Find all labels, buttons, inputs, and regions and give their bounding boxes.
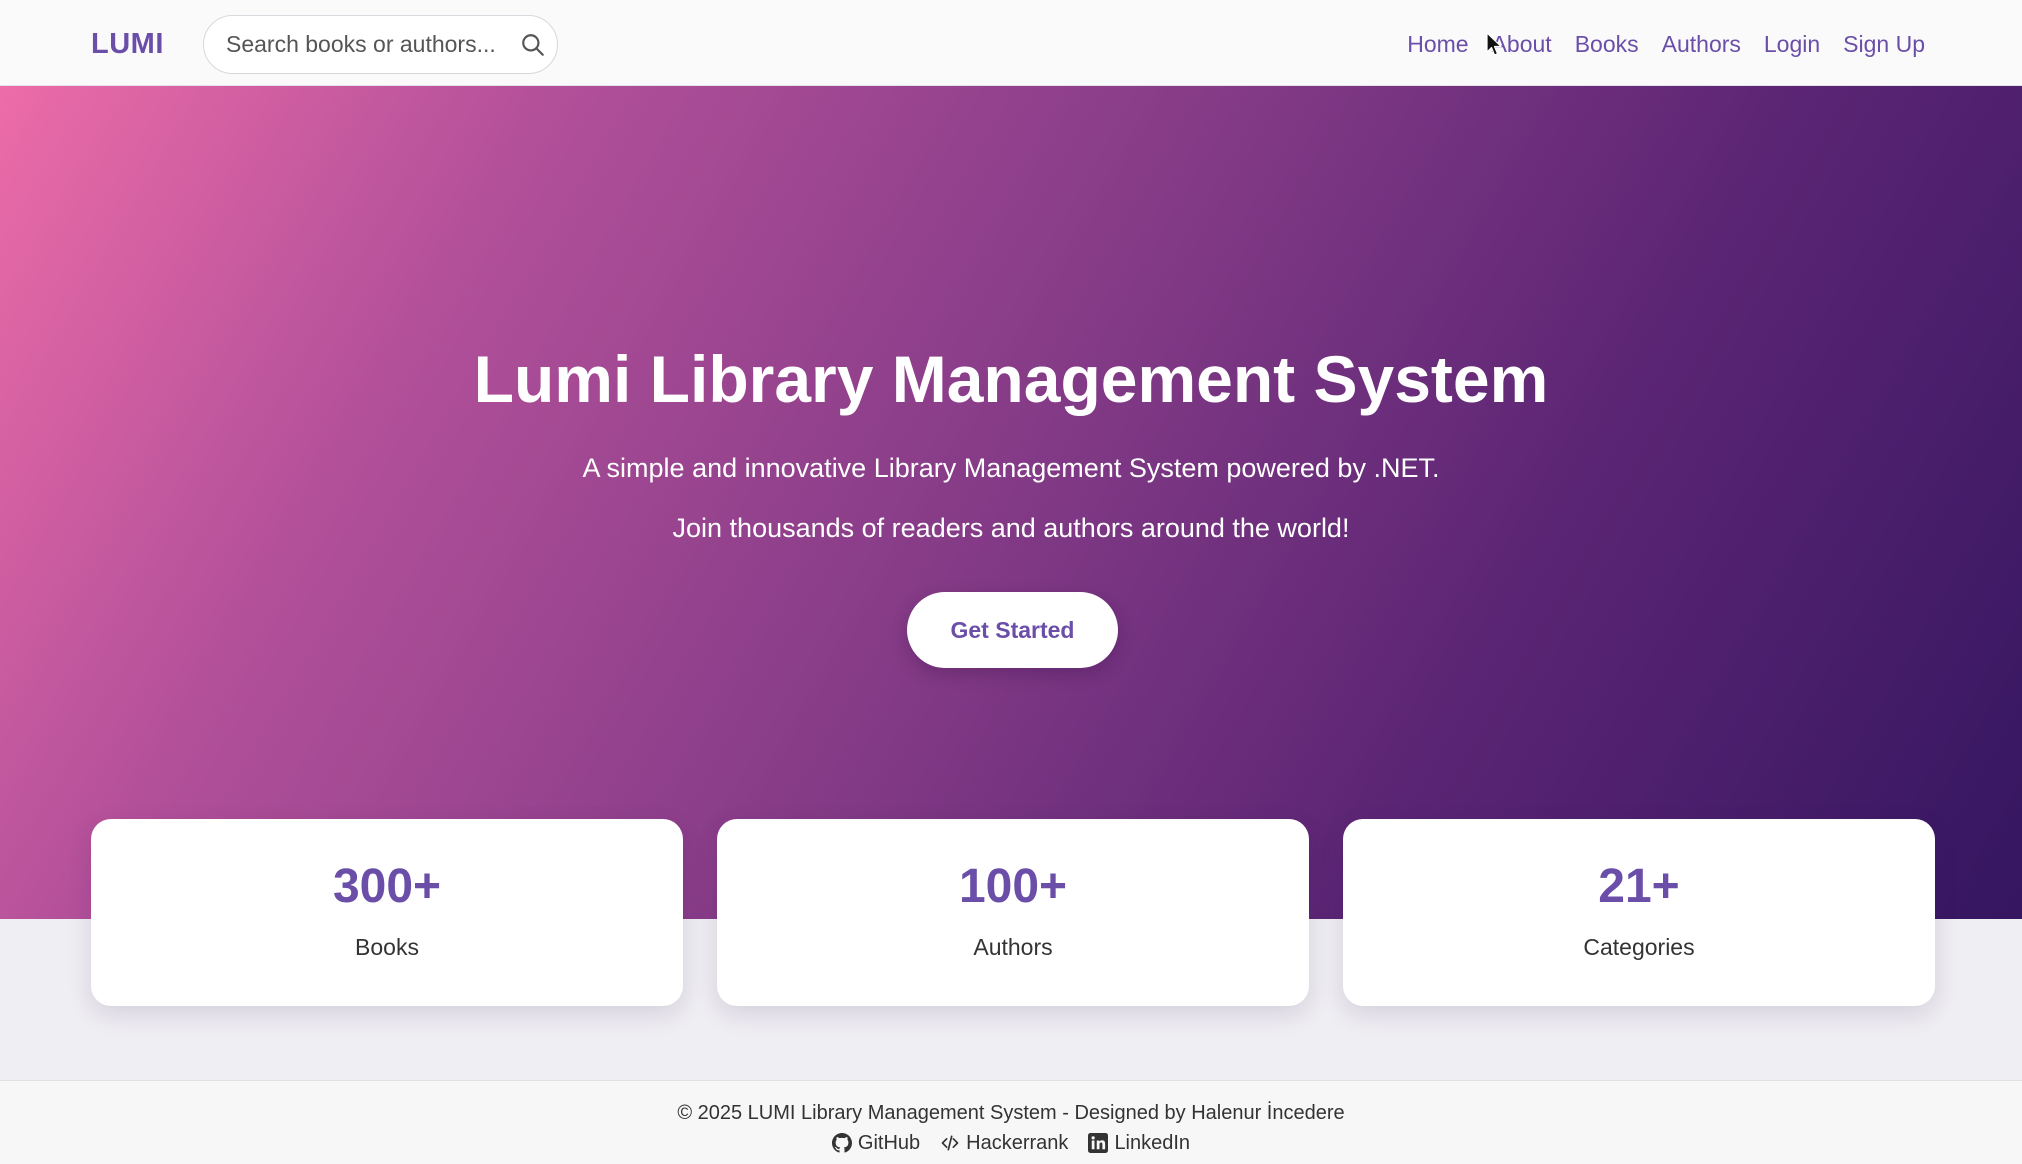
nav-link-login[interactable]: Login [1764, 24, 1820, 64]
hero-subtitle-1: A simple and innovative Library Manageme… [582, 453, 1440, 483]
stat-value: 100+ [958, 860, 1068, 913]
footer-link-hackerrank[interactable]: Hackerrank [940, 1129, 1068, 1157]
stat-value: 21+ [1598, 860, 1680, 913]
footer-link-label: Hackerrank [966, 1132, 1069, 1154]
search-box [203, 15, 558, 74]
mouse-cursor-icon [1486, 32, 1502, 56]
stat-label: Authors [973, 934, 1053, 960]
footer-link-label: GitHub [857, 1132, 921, 1154]
get-started-button[interactable]: Get Started [907, 592, 1118, 668]
nav-link-signup[interactable]: Sign Up [1843, 24, 1925, 64]
stat-card-categories: 21+ Categories [1343, 819, 1935, 1006]
linkedin-icon [1088, 1133, 1109, 1153]
footer: © 2025 LUMI Library Management System - … [0, 1080, 2022, 1164]
stat-label: Books [355, 934, 419, 960]
footer-link-linkedin[interactable]: LinkedIn [1088, 1129, 1190, 1157]
footer-links: GitHub Hackerrank LinkedIn [0, 1129, 2022, 1157]
stat-label: Categories [1583, 934, 1695, 960]
hero-section: Lumi Library Management System A simple … [0, 86, 2022, 919]
nav-link-books[interactable]: Books [1575, 24, 1639, 64]
navbar: LUMI Home About Books Authors Login Sign… [0, 0, 2022, 86]
search-icon[interactable] [520, 32, 546, 58]
footer-copyright: © 2025 LUMI Library Management System - … [677, 1102, 1345, 1124]
stat-card-authors: 100+ Authors [717, 819, 1309, 1006]
stat-card-books: 300+ Books [91, 819, 683, 1006]
nav-links: Home About Books Authors Login Sign Up [1407, 24, 1925, 64]
hero-subtitle-2: Join thousands of readers and authors ar… [672, 513, 1350, 543]
brand-logo[interactable]: LUMI [91, 24, 164, 64]
nav-link-home[interactable]: Home [1407, 24, 1468, 64]
stat-value: 300+ [332, 860, 442, 913]
footer-link-github[interactable]: GitHub [831, 1129, 921, 1157]
github-icon [831, 1133, 852, 1153]
search-input[interactable] [226, 16, 506, 73]
hero-title: Lumi Library Management System [473, 342, 1549, 416]
footer-link-label: LinkedIn [1114, 1132, 1191, 1154]
nav-link-authors[interactable]: Authors [1662, 24, 1741, 64]
code-icon [941, 1135, 959, 1151]
